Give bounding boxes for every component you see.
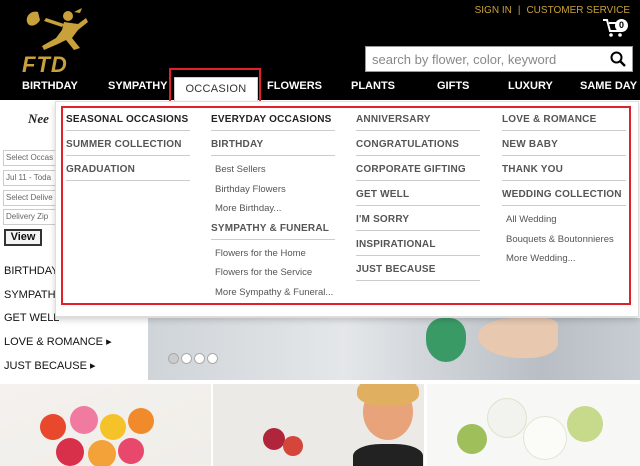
menu-everyday-occasions[interactable]: EVERYDAY OCCASIONS bbox=[211, 110, 335, 131]
product-photo-florist[interactable] bbox=[213, 384, 424, 466]
nav-birthday[interactable]: BIRTHDAY bbox=[22, 80, 78, 92]
flower-blob bbox=[118, 438, 144, 464]
menu-birthday-flowers[interactable]: Birthday Flowers bbox=[211, 180, 335, 200]
flower-blob bbox=[128, 408, 154, 434]
nav-sympathy[interactable]: SYMPATHY bbox=[108, 80, 168, 92]
flower-blob bbox=[523, 416, 567, 460]
carousel-dots bbox=[168, 353, 218, 364]
menu-more-wedding[interactable]: More Wedding... bbox=[502, 249, 626, 269]
flower-blob bbox=[70, 406, 98, 434]
select-occasion-field[interactable]: Select Occas bbox=[3, 150, 59, 166]
carousel-dot[interactable] bbox=[194, 353, 205, 364]
flower-blob bbox=[263, 428, 285, 450]
dropdown-column-3: ANNIVERSARY CONGRATULATIONS CORPORATE GI… bbox=[356, 110, 480, 285]
main-nav: BIRTHDAY SYMPATHY FLOWERS PLANTS GIFTS L… bbox=[0, 78, 640, 100]
carousel-dot[interactable] bbox=[207, 353, 218, 364]
search-bar bbox=[365, 46, 633, 72]
dropdown-column-1: SEASONAL OCCASIONS SUMMER COLLECTION GRA… bbox=[66, 110, 190, 185]
left-link-love-romance[interactable]: LOVE & ROMANCE ▸ bbox=[4, 335, 112, 348]
product-photo-lilies[interactable] bbox=[427, 384, 640, 466]
leaf-blob bbox=[567, 406, 603, 442]
menu-sympathy-funeral[interactable]: SYMPATHY & FUNERAL bbox=[211, 219, 335, 240]
hero-banner-image[interactable] bbox=[148, 318, 640, 380]
nav-occasion-tab[interactable]: OCCASION bbox=[174, 77, 258, 101]
nav-same-day[interactable]: SAME DAY bbox=[580, 80, 637, 92]
nav-luxury[interactable]: LUXURY bbox=[508, 80, 553, 92]
flower-blob bbox=[88, 440, 116, 466]
nav-plants[interactable]: PLANTS bbox=[351, 80, 395, 92]
menu-wedding-collection[interactable]: WEDDING COLLECTION bbox=[502, 185, 626, 206]
carousel-dot[interactable] bbox=[168, 353, 179, 364]
left-link-just-because[interactable]: JUST BECAUSE ▸ bbox=[4, 359, 96, 372]
shirt-blob bbox=[353, 444, 423, 466]
menu-birthday[interactable]: BIRTHDAY bbox=[211, 135, 335, 156]
left-link-birthday[interactable]: BIRTHDAY bbox=[4, 265, 59, 277]
flower-blob bbox=[283, 436, 303, 456]
top-links: SIGN IN | CUSTOMER SERVICE bbox=[475, 5, 630, 16]
carousel-dot[interactable] bbox=[181, 353, 192, 364]
menu-flowers-for-home[interactable]: Flowers for the Home bbox=[211, 244, 335, 264]
menu-love-romance[interactable]: LOVE & ROMANCE bbox=[502, 110, 626, 131]
finder-heading: Nee bbox=[28, 111, 49, 126]
nav-gifts[interactable]: GIFTS bbox=[437, 80, 469, 92]
flower-blob bbox=[100, 414, 126, 440]
dropdown-column-4: LOVE & ROMANCE NEW BABY THANK YOU WEDDIN… bbox=[502, 110, 626, 269]
menu-corporate-gifting[interactable]: CORPORATE GIFTING bbox=[356, 160, 480, 181]
ftd-logo[interactable]: FTD bbox=[8, 4, 100, 77]
cart-count-badge: 0 bbox=[615, 19, 628, 32]
customer-service-link[interactable]: CUSTOMER SERVICE bbox=[526, 5, 630, 16]
left-link-get-well[interactable]: GET WELL bbox=[4, 312, 59, 324]
select-delivery-field[interactable]: Select Delive bbox=[3, 190, 59, 206]
menu-graduation[interactable]: GRADUATION bbox=[66, 160, 190, 181]
menu-summer-collection[interactable]: SUMMER COLLECTION bbox=[66, 135, 190, 156]
flower-blob bbox=[40, 414, 66, 440]
menu-anniversary[interactable]: ANNIVERSARY bbox=[356, 110, 480, 131]
nav-flowers[interactable]: FLOWERS bbox=[267, 80, 322, 92]
link-separator: | bbox=[517, 5, 521, 16]
flower-blob bbox=[56, 438, 84, 466]
page: FTD SIGN IN | CUSTOMER SERVICE 0 BIRTHDA… bbox=[0, 0, 640, 466]
hair-blob bbox=[357, 384, 419, 406]
sign-in-link[interactable]: SIGN IN bbox=[475, 5, 512, 16]
menu-congratulations[interactable]: CONGRATULATIONS bbox=[356, 135, 480, 156]
flower-blob bbox=[487, 398, 527, 438]
menu-just-because[interactable]: JUST BECAUSE bbox=[356, 260, 480, 281]
menu-all-wedding[interactable]: All Wedding bbox=[502, 210, 626, 230]
delivery-date-field[interactable]: Jul 11 - Toda bbox=[3, 170, 59, 186]
nav-occasion-label: OCCASION bbox=[185, 83, 247, 95]
menu-get-well[interactable]: GET WELL bbox=[356, 185, 480, 206]
search-icon bbox=[610, 51, 626, 67]
menu-more-sympathy[interactable]: More Sympathy & Funeral... bbox=[211, 283, 335, 303]
menu-best-sellers[interactable]: Best Sellers bbox=[211, 160, 335, 180]
search-input[interactable] bbox=[366, 48, 598, 70]
hero-vase bbox=[426, 318, 466, 362]
menu-im-sorry[interactable]: I'M SORRY bbox=[356, 210, 480, 231]
menu-seasonal-occasions[interactable]: SEASONAL OCCASIONS bbox=[66, 110, 190, 131]
site-header: FTD SIGN IN | CUSTOMER SERVICE 0 BIRTHDA… bbox=[0, 0, 640, 100]
search-button[interactable] bbox=[604, 47, 632, 71]
dropdown-column-2: EVERYDAY OCCASIONS BIRTHDAY Best Sellers… bbox=[211, 110, 335, 302]
view-button[interactable]: View bbox=[4, 229, 42, 246]
menu-bouquets-boutonnieres[interactable]: Bouquets & Boutonnieres bbox=[502, 230, 626, 250]
menu-more-birthday[interactable]: More Birthday... bbox=[211, 199, 335, 219]
menu-new-baby[interactable]: NEW BABY bbox=[502, 135, 626, 156]
menu-inspirational[interactable]: INSPIRATIONAL bbox=[356, 235, 480, 256]
logo-text: FTD bbox=[22, 52, 68, 77]
menu-flowers-for-service[interactable]: Flowers for the Service bbox=[211, 263, 335, 283]
leaf-blob bbox=[457, 424, 487, 454]
hero-background bbox=[148, 318, 640, 380]
product-photo-gerbera[interactable] bbox=[0, 384, 211, 466]
delivery-zip-field[interactable]: Delivery Zip bbox=[3, 209, 59, 225]
menu-thank-you[interactable]: THANK YOU bbox=[502, 160, 626, 181]
